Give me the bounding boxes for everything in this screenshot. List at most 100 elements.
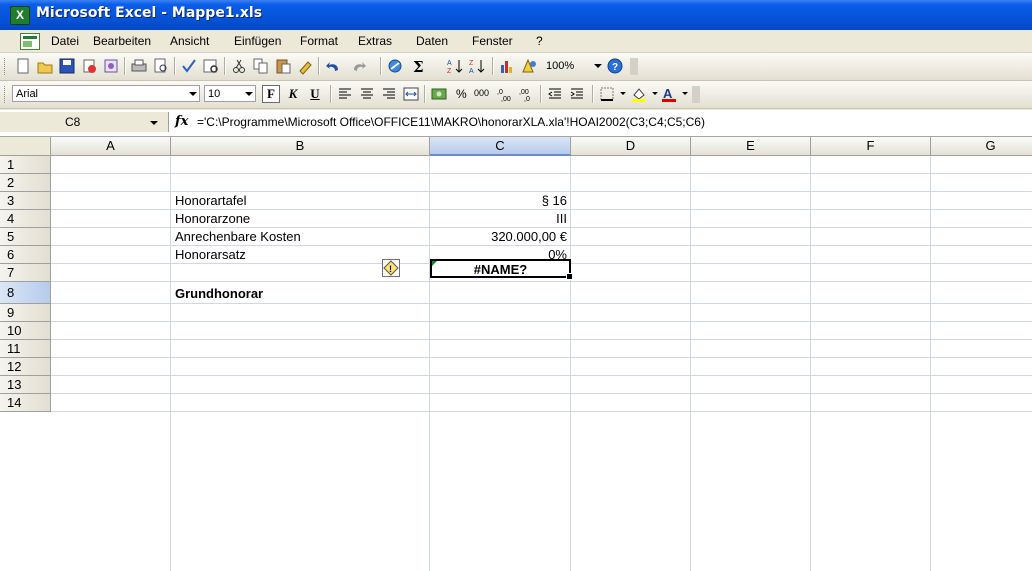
row-header-8[interactable]: 8: [0, 282, 51, 304]
column-header-e[interactable]: E: [691, 137, 811, 156]
active-cell-c8[interactable]: #NAME?: [430, 259, 573, 280]
font-name-select[interactable]: Arial: [12, 85, 200, 102]
decrease-decimal-icon[interactable]: ,00,0: [518, 85, 536, 103]
fill-color-dropdown-arrow[interactable]: [652, 92, 658, 95]
borders-icon[interactable]: [598, 85, 616, 103]
toolbar-options-chevron[interactable]: [692, 86, 700, 103]
row-header-12[interactable]: 12: [0, 358, 51, 376]
italic-button[interactable]: K: [284, 85, 302, 103]
chevron-down-icon[interactable]: [242, 87, 254, 100]
menu-einfuegen[interactable]: Einfügen: [234, 34, 281, 48]
format-painter-icon[interactable]: [296, 57, 314, 75]
currency-icon[interactable]: [430, 85, 448, 103]
row-header-7[interactable]: 7: [0, 264, 51, 282]
toolbar-grip[interactable]: [4, 58, 8, 75]
redo-icon[interactable]: [350, 57, 368, 75]
cell-b4[interactable]: Honorarzone: [175, 210, 250, 227]
zoom-dropdown-arrow[interactable]: [594, 64, 602, 68]
toolbar-options-chevron[interactable]: [630, 58, 638, 75]
chart-wizard-icon[interactable]: [498, 57, 516, 75]
worksheet-grid[interactable]: A B C D E F G 1 2 3 4 5 6 7 8 9 10 11 12…: [0, 137, 1032, 571]
menu-datei[interactable]: Datei: [51, 34, 79, 48]
permission-icon[interactable]: [80, 57, 98, 75]
align-right-icon[interactable]: [380, 85, 398, 103]
align-center-icon[interactable]: [358, 85, 376, 103]
cell-c4[interactable]: III: [431, 210, 567, 227]
column-header-f[interactable]: F: [811, 137, 931, 156]
research-icon[interactable]: [202, 57, 220, 75]
cell-b3[interactable]: Honorartafel: [175, 192, 247, 209]
save-icon[interactable]: [58, 57, 76, 75]
borders-dropdown-arrow[interactable]: [620, 92, 626, 95]
select-all-corner[interactable]: [0, 137, 51, 156]
align-left-icon[interactable]: [336, 85, 354, 103]
row-header-11[interactable]: 11: [0, 340, 51, 358]
undo-icon[interactable]: [324, 57, 342, 75]
cell-b6[interactable]: Honorarsatz: [175, 246, 246, 263]
merge-center-icon[interactable]: [402, 85, 420, 103]
menu-fenster[interactable]: Fenster: [472, 34, 513, 48]
excel-app-icon[interactable]: X: [10, 6, 30, 25]
menu-bearbeiten[interactable]: Bearbeiten: [93, 34, 151, 48]
column-header-b[interactable]: B: [171, 137, 430, 156]
column-header-g[interactable]: G: [931, 137, 1032, 156]
drawing-icon[interactable]: [520, 57, 538, 75]
row-header-6[interactable]: 6: [0, 246, 51, 264]
autosum-icon[interactable]: Σ: [410, 57, 428, 75]
fill-handle[interactable]: [566, 273, 573, 280]
fill-color-icon[interactable]: [630, 85, 648, 103]
toolbar-grip[interactable]: [4, 86, 8, 103]
row-header-10[interactable]: 10: [0, 322, 51, 340]
cell-b8[interactable]: Grundhonorar: [175, 285, 263, 302]
menu-help[interactable]: ?: [536, 34, 543, 48]
row-header-5[interactable]: 5: [0, 228, 51, 246]
insert-function-button[interactable]: fx: [175, 114, 188, 129]
paste-icon[interactable]: [274, 57, 292, 75]
name-box[interactable]: C8: [0, 112, 169, 132]
chevron-down-icon[interactable]: [186, 87, 198, 100]
print-preview-icon[interactable]: [152, 57, 170, 75]
underline-button[interactable]: U: [306, 85, 324, 103]
cell-c5[interactable]: 320.000,00 €: [431, 228, 567, 245]
new-icon[interactable]: [14, 57, 32, 75]
font-size-select[interactable]: 10: [204, 85, 256, 102]
menu-daten[interactable]: Daten: [416, 34, 448, 48]
help-icon[interactable]: ?: [606, 57, 624, 75]
cut-icon[interactable]: [230, 57, 248, 75]
decrease-indent-icon[interactable]: [546, 85, 564, 103]
row-header-3[interactable]: 3: [0, 192, 51, 210]
sort-ascending-icon[interactable]: AZ: [446, 57, 464, 75]
menu-extras[interactable]: Extras: [358, 34, 392, 48]
increase-indent-icon[interactable]: [568, 85, 586, 103]
spelling-icon[interactable]: [180, 57, 198, 75]
row-header-14[interactable]: 14: [0, 394, 51, 412]
print-icon[interactable]: [130, 57, 148, 75]
error-smarttag-icon[interactable]: !: [382, 259, 400, 277]
increase-decimal-icon[interactable]: ,0,00: [496, 85, 514, 103]
chevron-down-icon[interactable]: [150, 121, 158, 125]
cell-c3[interactable]: § 16: [431, 192, 567, 209]
cell-b5[interactable]: Anrechenbare Kosten: [175, 228, 301, 245]
menu-ansicht[interactable]: Ansicht: [170, 34, 209, 48]
open-icon[interactable]: [36, 57, 54, 75]
thousands-button[interactable]: 000: [474, 88, 489, 98]
workbook-icon[interactable]: [20, 33, 40, 50]
bold-button[interactable]: F: [262, 85, 280, 103]
hyperlink-icon[interactable]: [386, 57, 404, 75]
column-header-d[interactable]: D: [571, 137, 691, 156]
formula-input[interactable]: ='C:\Programme\Microsoft Office\OFFICE11…: [197, 115, 1032, 129]
copy-icon[interactable]: [252, 57, 270, 75]
font-color-dropdown-arrow[interactable]: [682, 92, 688, 95]
email-icon[interactable]: [102, 57, 120, 75]
row-header-9[interactable]: 9: [0, 304, 51, 322]
row-header-1[interactable]: 1: [0, 156, 51, 174]
row-header-2[interactable]: 2: [0, 174, 51, 192]
sort-descending-icon[interactable]: ZA: [468, 57, 486, 75]
row-header-4[interactable]: 4: [0, 210, 51, 228]
percent-button[interactable]: %: [456, 87, 467, 101]
row-header-13[interactable]: 13: [0, 376, 51, 394]
font-color-icon[interactable]: A: [660, 85, 678, 103]
menu-format[interactable]: Format: [300, 34, 338, 48]
column-header-c[interactable]: C: [430, 137, 571, 156]
zoom-value[interactable]: 100%: [546, 60, 574, 72]
